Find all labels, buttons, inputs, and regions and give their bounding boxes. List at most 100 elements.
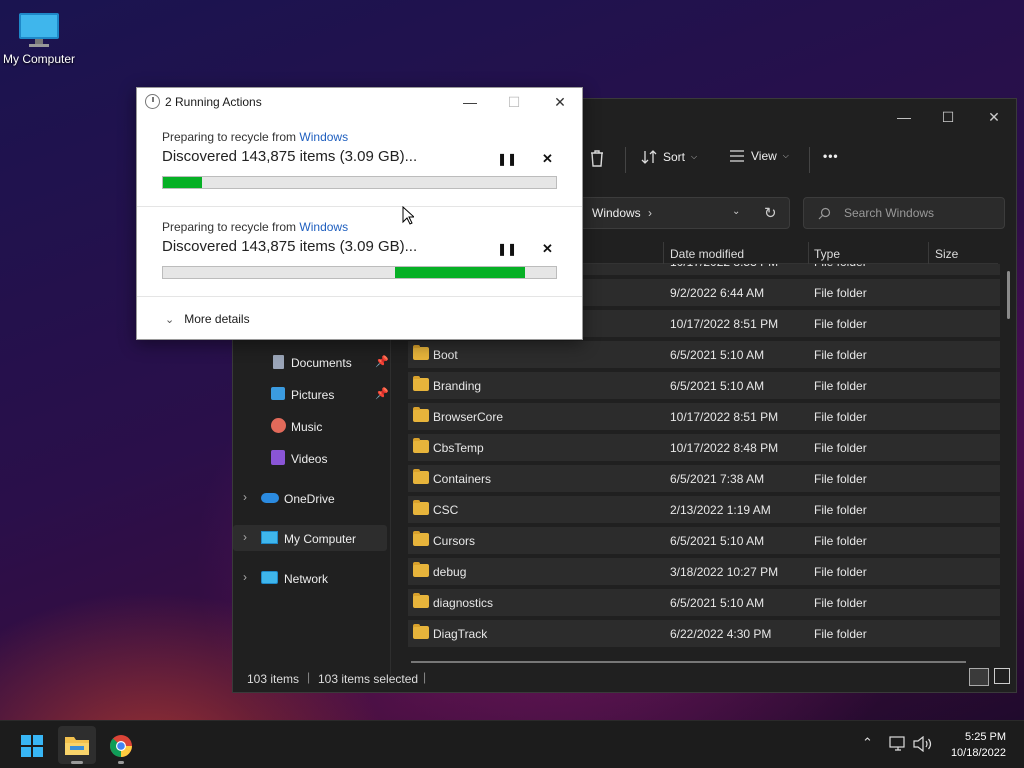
network-tray-icon[interactable] [889, 736, 907, 752]
chevron-right-icon[interactable]: › [648, 206, 652, 220]
taskbar-clock[interactable]: 5:25 PM 10/18/2022 [951, 729, 1006, 761]
pin-icon[interactable]: 📌 [375, 355, 389, 368]
pause-icon[interactable]: ❚❚ [497, 242, 517, 256]
address-current-folder[interactable]: Windows [592, 206, 641, 220]
table-row[interactable]: BrowserCore 10/17/2022 8:51 PM File folder [408, 403, 1000, 430]
view-button[interactable]: View ⌵ [729, 149, 789, 163]
refresh-icon[interactable]: ↻ [764, 204, 777, 222]
file-name: Branding [433, 379, 482, 393]
nav-item-label: Documents [291, 356, 352, 370]
chevron-right-icon[interactable]: › [243, 490, 247, 504]
table-row[interactable]: CbsTemp 10/17/2022 8:48 PM File folder [408, 434, 1000, 461]
table-row[interactable]: Boot 6/5/2021 5:10 AM File folder [408, 341, 1000, 368]
file-date: 6/5/2021 5:10 AM [670, 534, 765, 548]
desktop-icon-my-computer[interactable]: My Computer [0, 8, 78, 66]
operation-item: Preparing to recycle from Windows Discov… [137, 126, 582, 216]
chrome-taskbar-button[interactable] [102, 726, 140, 764]
nav-item-documents[interactable]: Documents 📌 [233, 349, 389, 375]
nav-item-music[interactable]: Music [233, 413, 387, 439]
running-indicator [118, 761, 124, 764]
folder-icon [413, 376, 429, 391]
chevron-up-icon[interactable]: ⌃ [862, 735, 873, 751]
operation-subtitle: Preparing to recycle from Windows [162, 130, 348, 144]
table-row[interactable]: CSC 2/13/2022 1:19 AM File folder [408, 496, 1000, 523]
chevron-right-icon[interactable]: › [243, 570, 247, 584]
folder-icon [413, 531, 429, 546]
file-name: BrowserCore [433, 410, 504, 424]
file-date: 3/18/2022 10:27 PM [670, 565, 779, 579]
table-row[interactable]: Branding 6/5/2021 5:10 AM File folder [408, 372, 1000, 399]
file-type: File folder [814, 441, 867, 455]
folder-icon [413, 593, 429, 608]
network-icon [261, 571, 278, 584]
file-name: DiagTrack [433, 627, 488, 641]
delete-button[interactable] [589, 149, 605, 167]
column-divider [808, 242, 809, 264]
running-indicator [71, 761, 83, 764]
file-explorer-taskbar-button[interactable] [58, 726, 96, 764]
dialog-title: 2 Running Actions [165, 95, 262, 109]
cancel-icon[interactable]: ✕ [542, 151, 553, 167]
nav-item-videos[interactable]: Videos [233, 445, 387, 471]
column-type[interactable]: Type [814, 247, 840, 261]
maximize-icon[interactable]: ☐ [933, 105, 963, 129]
sort-label: Sort [663, 150, 686, 164]
sort-button[interactable]: Sort ⌵ [641, 149, 697, 165]
address-bar[interactable]: ) › Windows › ⌄ ↻ [560, 197, 790, 229]
status-divider: | [307, 670, 311, 684]
table-row[interactable]: Cursors 6/5/2021 5:10 AM File folder [408, 527, 1000, 554]
operation-source-link[interactable]: Windows [299, 220, 348, 234]
operation-source-link[interactable]: Windows [299, 130, 348, 144]
videos-icon [271, 450, 285, 465]
monitor-icon [18, 12, 60, 48]
close-icon[interactable]: ✕ [547, 92, 573, 112]
clock-icon [145, 94, 160, 109]
dialog-divider [137, 206, 582, 207]
item-count: 103 items [247, 672, 300, 686]
tiles-view-icon[interactable] [994, 668, 1010, 684]
file-date: 10/17/2022 8:51 PM [670, 317, 779, 331]
horizontal-scrollbar[interactable] [411, 661, 966, 663]
more-details-toggle[interactable]: ⌄ More details [165, 312, 250, 326]
search-placeholder: Search Windows [844, 206, 935, 220]
chevron-down-icon: ⌵ [782, 151, 789, 160]
chevron-right-icon[interactable]: › [243, 530, 247, 544]
details-view-icon[interactable] [969, 668, 989, 686]
chevron-down-icon: ⌵ [691, 152, 698, 161]
file-name: Boot [433, 348, 458, 362]
nav-item-network[interactable]: › Network [233, 565, 387, 591]
minimize-icon[interactable]: — [889, 105, 919, 129]
column-date-modified[interactable]: Date modified [670, 247, 744, 261]
sort-icon [641, 150, 657, 164]
column-size[interactable]: Size [935, 247, 958, 261]
nav-item-onedrive[interactable]: › OneDrive [233, 485, 387, 511]
more-options-button[interactable]: ••• [823, 149, 839, 163]
file-date: 9/2/2022 6:44 AM [670, 286, 765, 300]
file-type: File folder [814, 503, 867, 517]
close-icon[interactable]: ✕ [979, 105, 1009, 129]
start-button[interactable] [13, 726, 51, 764]
table-row[interactable]: Containers 6/5/2021 7:38 AM File folder [408, 465, 1000, 492]
cancel-icon[interactable]: ✕ [542, 241, 553, 257]
table-row[interactable]: DiagTrack 6/22/2022 4:30 PM File folder [408, 620, 1000, 647]
progress-bar [162, 176, 557, 189]
table-row[interactable]: debug 3/18/2022 10:27 PM File folder [408, 558, 1000, 585]
address-history-dropdown-icon[interactable]: ⌄ [732, 206, 740, 217]
pin-icon[interactable]: 📌 [375, 387, 389, 400]
minimize-icon[interactable]: — [457, 92, 483, 112]
vertical-scrollbar[interactable] [1007, 271, 1010, 319]
pause-icon[interactable]: ❚❚ [497, 152, 517, 166]
table-row[interactable]: diagnostics 6/5/2021 5:10 AM File folder [408, 589, 1000, 616]
maximize-icon: ☐ [507, 94, 521, 110]
volume-icon[interactable] [913, 736, 933, 752]
folder-icon [413, 624, 429, 639]
computer-icon [261, 531, 278, 544]
file-type: File folder [814, 348, 867, 362]
search-box[interactable]: Search Windows [803, 197, 1005, 229]
nav-item-label: My Computer [284, 532, 357, 546]
clock-time: 5:25 PM [965, 731, 1006, 743]
file-type: File folder [814, 379, 867, 393]
nav-item-my-computer[interactable]: › My Computer [233, 525, 387, 551]
operation-subtitle: Preparing to recycle from Windows [162, 220, 348, 234]
nav-item-pictures[interactable]: Pictures 📌 [233, 381, 389, 407]
